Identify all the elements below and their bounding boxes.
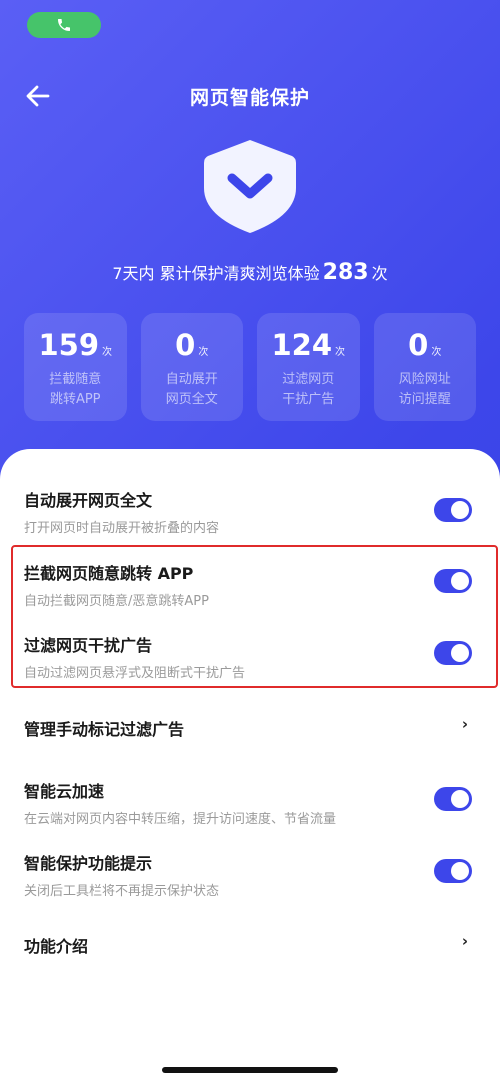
toggle-knob xyxy=(451,790,469,808)
stat-card-block-jump: 159 次 拦截随意跳转APP xyxy=(24,313,127,421)
setting-subtitle: 自动拦截网页随意/恶意跳转APP xyxy=(24,594,209,609)
phone-icon xyxy=(58,19,70,31)
toggle-knob xyxy=(451,501,469,519)
stat-label: 风险网址访问提醒 xyxy=(398,372,451,407)
block-app-jump-toggle[interactable] xyxy=(434,569,472,593)
setting-title: 管理手动标记过滤广告 xyxy=(24,720,185,739)
setting-manage-marked-ads[interactable]: 管理手动标记过滤广告 › xyxy=(24,715,476,740)
stat-label: 自动展开网页全文 xyxy=(165,372,218,407)
setting-subtitle: 关闭后工具栏将不再提示保护状态 xyxy=(24,884,220,899)
setting-cloud-acceleration[interactable]: 智能云加速 在云端对网页内容中转压缩，提升访问速度、节省流量 xyxy=(24,778,476,827)
call-status-pill[interactable] xyxy=(27,12,101,38)
summary-prefix: 7天内 累计保护清爽浏览体验 xyxy=(112,264,320,283)
shield-check-icon xyxy=(196,136,304,236)
stat-card-filter-ads: 124 次 过滤网页干扰广告 xyxy=(257,313,360,421)
setting-auto-expand[interactable]: 自动展开网页全文 打开网页时自动展开被折叠的内容 xyxy=(24,487,476,536)
setting-subtitle: 自动过滤网页悬浮式及阻断式干扰广告 xyxy=(24,666,246,681)
stat-value: 0 xyxy=(408,328,429,362)
setting-protection-hints[interactable]: 智能保护功能提示 关闭后工具栏将不再提示保护状态 xyxy=(24,850,476,899)
setting-title: 智能保护功能提示 xyxy=(24,854,153,873)
stat-value: 124 xyxy=(271,328,333,362)
stat-label: 过滤网页干扰广告 xyxy=(282,372,335,407)
setting-subtitle: 在云端对网页内容中转压缩，提升访问速度、节省流量 xyxy=(24,812,337,827)
setting-subtitle: 打开网页时自动展开被折叠的内容 xyxy=(24,521,220,536)
setting-feature-intro[interactable]: 功能介绍 › xyxy=(24,932,476,957)
stat-unit: 次 xyxy=(335,347,346,358)
summary-count: 283 xyxy=(322,260,369,285)
stat-unit: 次 xyxy=(198,347,209,358)
filter-ads-toggle[interactable] xyxy=(434,641,472,665)
cloud-acceleration-toggle[interactable] xyxy=(434,787,472,811)
toggle-knob xyxy=(451,572,469,590)
chevron-right-icon: › xyxy=(461,932,468,950)
setting-title: 智能云加速 xyxy=(24,782,105,801)
stat-unit: 次 xyxy=(431,347,442,358)
setting-title: 过滤网页干扰广告 xyxy=(24,636,153,655)
setting-title: 拦截网页随意跳转 APP xyxy=(24,564,194,583)
setting-title: 自动展开网页全文 xyxy=(24,491,153,510)
protection-hints-toggle[interactable] xyxy=(434,859,472,883)
stat-value: 0 xyxy=(175,328,196,362)
stat-card-risk-url: 0次 风险网址访问提醒 xyxy=(373,313,476,421)
stat-label: 拦截随意跳转APP xyxy=(49,372,102,407)
setting-filter-ads[interactable]: 过滤网页干扰广告 自动过滤网页悬浮式及阻断式干扰广告 xyxy=(24,632,476,681)
auto-expand-toggle[interactable] xyxy=(434,498,472,522)
protection-summary: 7天内 累计保护清爽浏览体验 283 次 xyxy=(0,260,500,285)
stat-card-auto-expand: 0次 自动展开网页全文 xyxy=(140,313,243,421)
stats-row: 159 次 拦截随意跳转APP 0次 自动展开网页全文 124 次 过滤网页干扰广告… xyxy=(24,313,476,421)
home-indicator[interactable] xyxy=(162,1067,338,1073)
page-title: 网页智能保护 xyxy=(189,87,310,109)
setting-block-app-jump[interactable]: 拦截网页随意跳转 APP 自动拦截网页随意/恶意跳转APP xyxy=(24,560,476,609)
setting-title: 功能介绍 xyxy=(24,937,89,956)
stat-value: 159 xyxy=(38,328,100,362)
chevron-right-icon: › xyxy=(461,715,468,733)
summary-suffix: 次 xyxy=(371,264,388,283)
toggle-knob xyxy=(451,644,469,662)
stat-unit: 次 xyxy=(102,347,113,358)
toggle-knob xyxy=(451,862,469,880)
